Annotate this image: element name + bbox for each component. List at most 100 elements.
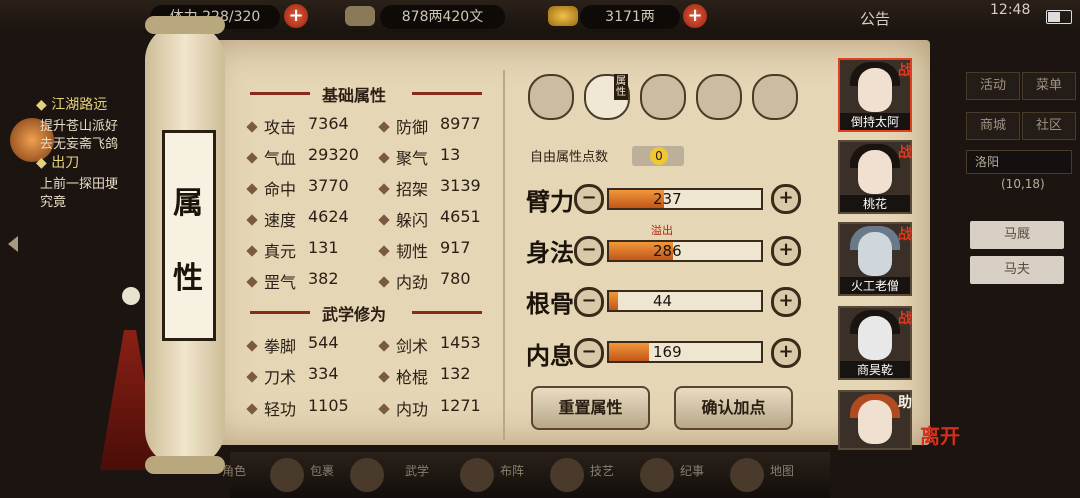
nav-skill[interactable]: 技艺 (590, 462, 614, 479)
agility-minus-button[interactable]: − (574, 236, 604, 266)
bead-decoration (122, 287, 140, 305)
nav-map[interactable]: 地图 (770, 462, 794, 479)
hat-icon[interactable] (528, 74, 574, 120)
compass-icon[interactable] (752, 74, 798, 120)
menu-button[interactable]: 菜单 (1022, 72, 1076, 100)
stat-spear: 枪棍 132 (378, 364, 471, 388)
free-points-label: 自由属性点数 (530, 150, 609, 165)
stat-blade: 刀术 334 (246, 364, 339, 388)
bag-icon[interactable] (270, 458, 304, 492)
character-name: 火工老僧 (840, 277, 910, 294)
bone-value: 44 (653, 292, 673, 310)
strength-plus-button[interactable]: + (771, 184, 801, 214)
page-title: 属 性 (162, 130, 216, 341)
formation-icon[interactable] (460, 458, 494, 492)
character-card-1[interactable]: 倒持太阿 战 (838, 58, 912, 132)
breath-value: 169 (653, 343, 682, 361)
attr-agility-label: 身法 (526, 238, 574, 267)
bone-plus-button[interactable]: + (771, 287, 801, 317)
nav-role[interactable]: 角色 (222, 462, 246, 479)
community-button[interactable]: 社区 (1022, 112, 1076, 140)
character-name: 商昊乾 (840, 361, 910, 378)
map-icon[interactable] (730, 458, 764, 492)
breath-plus-button[interactable]: + (771, 338, 801, 368)
book-icon[interactable] (350, 458, 384, 492)
ornament-right (412, 92, 482, 95)
agility-bar: 286 (607, 240, 763, 262)
character-portrait (858, 400, 892, 444)
add-stamina-button[interactable]: + (284, 4, 308, 28)
leave-button[interactable]: 离开 (920, 420, 960, 449)
nav-chronicle[interactable]: 纪事 (680, 462, 704, 479)
strength-bar: 237 (607, 188, 763, 210)
nav-martial[interactable]: 武学 (405, 462, 429, 479)
bone-bar: 44 (607, 290, 763, 312)
taiji-icon[interactable] (640, 74, 686, 120)
ornament-right-2 (412, 311, 482, 314)
free-points-box: 0 (632, 146, 684, 166)
activity-button[interactable]: 活动 (966, 72, 1020, 100)
quest-desc-2b[interactable]: 究竟 (40, 191, 66, 210)
character-card-5[interactable]: 助 (838, 390, 912, 450)
meridian-icon[interactable] (696, 74, 742, 120)
agility-plus-button[interactable]: + (771, 236, 801, 266)
attr-strength-label: 臂力 (526, 187, 574, 216)
quest-title-2[interactable]: ◆ 出刀 (36, 152, 79, 172)
ornament-left-2 (250, 311, 310, 314)
breath-minus-button[interactable]: − (574, 338, 604, 368)
agility-value: 286 (653, 242, 682, 260)
character-portrait (858, 68, 892, 112)
stat-toughness: 韧性 917 (378, 238, 471, 262)
stable-button[interactable]: 马厩 (970, 221, 1064, 249)
roller-bottom-cap (145, 456, 225, 474)
reset-attributes-button[interactable]: 重置属性 (531, 386, 650, 430)
nav-bag[interactable]: 包裹 (310, 462, 334, 479)
shop-button[interactable]: 商城 (966, 112, 1020, 140)
notice-button[interactable]: 公告 (860, 8, 890, 29)
quest-desc-1b[interactable]: 去无妄斋飞鸽 (40, 133, 118, 152)
stat-parry: 招架 3139 (378, 176, 481, 200)
collapse-arrow-icon[interactable] (8, 236, 18, 252)
silver-display: 3171两 (580, 5, 680, 29)
stat-defense: 防御 8977 (378, 114, 481, 138)
breath-bar-fill (609, 343, 649, 361)
battle-tag: 战 (898, 227, 912, 243)
add-silver-button[interactable]: + (683, 4, 707, 28)
stat-gang-qi: 罡气 382 (246, 269, 339, 293)
strength-minus-button[interactable]: − (574, 184, 604, 214)
gold-ingot-icon (548, 6, 578, 26)
chronicle-icon[interactable] (640, 458, 674, 492)
bone-bar-fill (609, 292, 619, 310)
strength-value: 237 (653, 190, 682, 208)
quest-title-1[interactable]: ◆ 江湖路远 (36, 94, 107, 114)
stat-inner-art: 内功 1271 (378, 396, 481, 420)
stat-lightness: 轻功 1105 (246, 396, 349, 420)
stat-fist: 拳脚 544 (246, 333, 339, 357)
quest-desc-1[interactable]: 提升苍山派好 (40, 115, 118, 134)
character-name: 倒持太阿 (840, 113, 910, 130)
section-basic-title: 基础属性 (322, 86, 387, 105)
character-card-3[interactable]: 火工老僧 战 (838, 222, 912, 296)
location-name: 洛阳 (975, 155, 1000, 169)
breath-bar: 169 (607, 341, 763, 363)
quest-desc-2[interactable]: 上前一探田埂 (40, 173, 118, 192)
battery-icon (1046, 10, 1072, 24)
tab-attributes-label[interactable]: 属性 (614, 74, 628, 100)
confirm-points-button[interactable]: 确认加点 (674, 386, 793, 430)
battle-tag: 战 (898, 63, 912, 79)
battle-tag: 战 (898, 311, 912, 327)
roller-top-cap (145, 16, 225, 34)
character-card-2[interactable]: 桃花 战 (838, 140, 912, 214)
groom-button[interactable]: 马夫 (970, 256, 1064, 284)
nav-formation[interactable]: 布阵 (500, 462, 524, 479)
location-coords: (10,18) (1001, 177, 1045, 191)
page-title-char-1: 属 (173, 186, 203, 221)
stat-hit: 命中 3770 (246, 176, 349, 200)
bone-minus-button[interactable]: − (574, 287, 604, 317)
skill-icon[interactable] (550, 458, 584, 492)
character-card-4[interactable]: 商昊乾 战 (838, 306, 912, 380)
stat-dodge: 躲闪 4651 (378, 207, 481, 231)
ornament-left (250, 92, 310, 95)
character-name: 桃花 (840, 195, 910, 212)
location-display[interactable]: 洛阳 (10,18) (966, 150, 1072, 191)
